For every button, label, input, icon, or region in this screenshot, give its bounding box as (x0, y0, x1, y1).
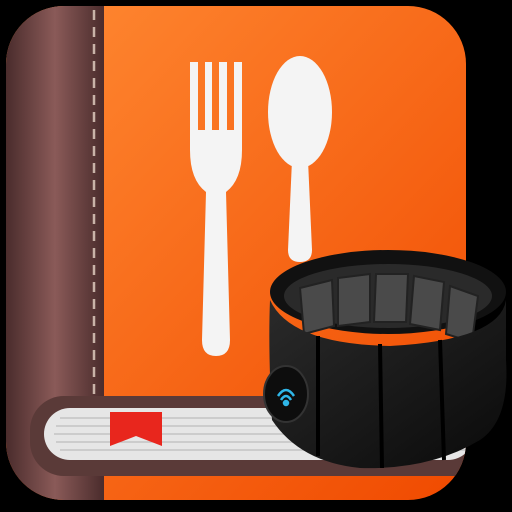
myo-armband-icon (263, 250, 507, 469)
app-icon (0, 0, 512, 512)
band-logo-pod (263, 365, 309, 423)
recipe-book-icon (6, 6, 507, 500)
